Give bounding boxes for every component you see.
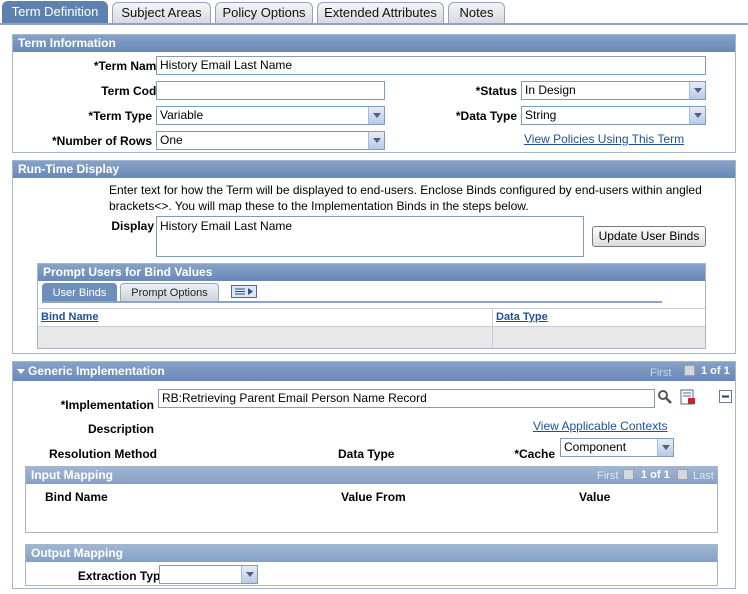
update-user-binds-button[interactable]: Update User Binds: [592, 226, 706, 247]
term-code-input[interactable]: [156, 81, 385, 100]
term-type-label: *Term Type: [88, 109, 152, 123]
chevron-down-icon[interactable]: [368, 107, 384, 124]
tab-notes[interactable]: Notes: [448, 2, 505, 24]
bind-name-column-header[interactable]: Bind Name: [41, 311, 98, 323]
input-value-column: Value: [579, 490, 611, 504]
input-nav-last: Last: [693, 470, 714, 482]
generic-implementation-header: Generic Implementation First 1 of 1: [13, 362, 735, 381]
runtime-instructions-line-1: Enter text for how the Term will be disp…: [109, 183, 702, 197]
tab-subject-areas[interactable]: Subject Areas: [112, 2, 211, 24]
tab-user-binds[interactable]: User Binds: [42, 283, 117, 302]
view-policies-link[interactable]: View Policies Using This Term: [524, 132, 684, 146]
term-information-box: Term Information *Term Name History Emai…: [12, 34, 736, 153]
status-value: In Design: [525, 83, 576, 97]
term-type-select[interactable]: Variable: [156, 106, 385, 125]
tab-underline: [0, 23, 748, 25]
view-applicable-contexts-link[interactable]: View Applicable Contexts: [533, 419, 668, 433]
generic-implementation-title: Generic Implementation: [28, 364, 165, 378]
term-type-value: Variable: [160, 108, 204, 122]
detail-page-icon[interactable]: [680, 389, 696, 405]
chevron-down-icon[interactable]: [241, 566, 257, 583]
cache-select[interactable]: Component: [560, 438, 674, 457]
generic-implementation-box: Generic Implementation First 1 of 1 *Imp…: [12, 361, 736, 589]
search-icon[interactable]: [657, 389, 673, 405]
number-of-rows-label: *Number of Rows: [51, 134, 152, 148]
show-all-columns-icon[interactable]: [231, 285, 257, 298]
previous-arrow-icon: [684, 365, 695, 376]
runtime-display-header: Run-Time Display: [13, 161, 735, 178]
data-type-column-header[interactable]: Data Type: [496, 311, 548, 323]
generic-nav-first: First: [650, 367, 672, 379]
description-label: Description: [87, 422, 154, 436]
implementation-input[interactable]: RB:Retrieving Parent Email Person Name R…: [158, 389, 655, 408]
data-type-select[interactable]: String: [521, 106, 706, 125]
number-of-rows-value: One: [160, 133, 183, 147]
input-nav-count: 1 of 1: [641, 469, 670, 481]
resolution-method-label: Resolution Method: [49, 447, 157, 461]
page-tabs: Term Definition Subject Areas Policy Opt…: [0, 0, 748, 26]
collapse-triangle-icon[interactable]: [17, 362, 26, 387]
grid-column-divider: [38, 309, 493, 326]
tab-policy-options[interactable]: Policy Options: [215, 2, 313, 24]
tab-term-definition[interactable]: Term Definition: [2, 1, 108, 25]
table-row: [38, 326, 705, 348]
tab-prompt-options[interactable]: Prompt Options: [120, 283, 219, 302]
subtab-underline: [42, 301, 662, 303]
input-nav-first: First: [597, 470, 619, 482]
term-name-input[interactable]: History Email Last Name: [156, 56, 706, 75]
input-mapping-box: Input Mapping First 1 of 1 Last Bind Nam…: [25, 466, 718, 533]
input-bind-name-column: Bind Name: [45, 490, 108, 504]
display-textarea[interactable]: History Email Last Name: [156, 216, 584, 257]
chevron-down-icon[interactable]: [689, 82, 705, 99]
cache-label: *Cache: [514, 447, 555, 461]
term-name-label: *Term Name: [93, 59, 163, 73]
previous-arrow-icon: [623, 469, 634, 480]
input-mapping-header: Input Mapping First 1 of 1 Last: [26, 467, 717, 484]
status-label: *Status: [475, 84, 517, 98]
prompt-users-header: Prompt Users for Bind Values: [38, 264, 705, 281]
term-information-header: Term Information: [13, 35, 735, 52]
input-mapping-title: Input Mapping: [31, 468, 113, 482]
chevron-down-icon[interactable]: [368, 132, 384, 149]
runtime-instructions-line-2: brackets<>. You will map these to the Im…: [109, 199, 529, 213]
data-type-label: *Data Type: [455, 109, 517, 123]
extraction-type-select[interactable]: [159, 565, 258, 584]
chevron-down-icon[interactable]: [657, 439, 673, 456]
generic-data-type-label: Data Type: [338, 447, 395, 461]
cache-value: Component: [564, 440, 627, 454]
input-value-from-column: Value From: [341, 490, 406, 504]
display-label: Display: [111, 219, 154, 233]
runtime-display-box: Run-Time Display Enter text for how the …: [12, 160, 736, 354]
generic-nav-count: 1 of 1: [701, 365, 730, 377]
grid-expand-icon: [235, 288, 253, 295]
number-of-rows-select[interactable]: One: [156, 131, 385, 150]
chevron-down-icon[interactable]: [689, 107, 705, 124]
data-type-value: String: [525, 108, 557, 122]
delete-row-icon[interactable]: [719, 390, 732, 403]
prompt-grid-header: Bind Name Data Type: [38, 308, 705, 326]
term-code-label: Term Code: [101, 84, 163, 98]
tab-extended-attributes[interactable]: Extended Attributes: [317, 2, 444, 24]
extraction-type-label: Extraction Type: [77, 569, 167, 583]
implementation-label: *Implementation: [60, 398, 154, 412]
output-mapping-box: Output Mapping Extraction Type: [25, 544, 718, 586]
status-select[interactable]: In Design: [521, 81, 706, 100]
next-arrow-icon: [677, 469, 688, 480]
prompt-users-box: Prompt Users for Bind Values User Binds …: [37, 263, 706, 349]
output-mapping-header: Output Mapping: [26, 545, 717, 562]
grid-column-divider: [38, 327, 493, 348]
